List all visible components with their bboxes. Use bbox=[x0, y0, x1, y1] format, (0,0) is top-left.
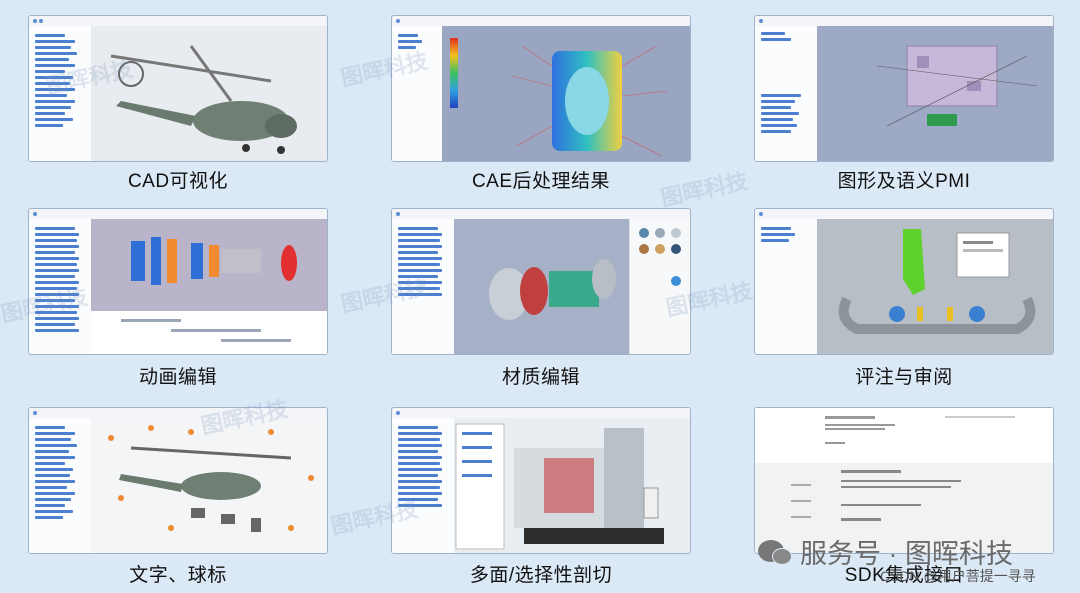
model-tree bbox=[755, 26, 818, 161]
caption: 动画编辑 bbox=[138, 367, 217, 388]
viewport[interactable] bbox=[817, 219, 1053, 354]
caption: CAD可视化 bbox=[127, 171, 229, 192]
machine-section bbox=[455, 423, 664, 550]
material-panel[interactable] bbox=[629, 219, 690, 354]
model-tree bbox=[392, 26, 443, 161]
screenshot-pmi bbox=[754, 15, 1054, 162]
helicopter-model bbox=[110, 45, 297, 154]
feature-grid: CAD可视化 CAE后处理结果 图形及语义PMI 动画编辑 材质编辑 评注与审阅… bbox=[0, 0, 1080, 593]
model-tree bbox=[29, 418, 92, 553]
turbine-material bbox=[489, 259, 616, 320]
screenshot-review bbox=[754, 208, 1054, 355]
caption: 图形及语义PMI bbox=[837, 171, 971, 192]
viewport[interactable] bbox=[442, 26, 690, 161]
engine-exploded bbox=[91, 219, 327, 354]
cae-field-plot bbox=[450, 38, 668, 157]
model-tree bbox=[29, 26, 92, 161]
caption: 文字、球标 bbox=[129, 565, 227, 586]
wechat-icon bbox=[758, 540, 792, 565]
caption: 评注与审阅 bbox=[855, 367, 953, 388]
screenshot-material bbox=[391, 208, 691, 355]
pipe-assembly-review bbox=[838, 229, 1036, 334]
csdn-watermark: CSDN @用户菩提一寻寻 bbox=[880, 568, 1036, 584]
viewport[interactable] bbox=[91, 418, 327, 553]
model-tree bbox=[29, 219, 92, 354]
viewport[interactable] bbox=[454, 418, 690, 553]
viewport[interactable] bbox=[817, 26, 1053, 161]
screenshot-cad bbox=[28, 15, 328, 162]
screenshot-animation bbox=[28, 208, 328, 355]
caption: 材质编辑 bbox=[501, 367, 580, 388]
screenshot-section bbox=[391, 407, 691, 554]
pmi-part bbox=[876, 45, 1038, 127]
viewport[interactable] bbox=[91, 26, 327, 161]
screenshot-balloons bbox=[28, 407, 328, 554]
model-tree bbox=[392, 219, 455, 354]
model-tree bbox=[392, 418, 455, 553]
caption: 多面/选择性剖切 bbox=[469, 565, 613, 586]
material-swatches bbox=[639, 228, 681, 286]
helicopter-balloons bbox=[108, 425, 314, 532]
model-tree bbox=[755, 219, 818, 354]
viewport[interactable] bbox=[91, 219, 327, 354]
caption: CAE后处理结果 bbox=[471, 171, 611, 192]
screenshot-cae bbox=[391, 15, 691, 162]
viewport[interactable] bbox=[454, 219, 630, 354]
